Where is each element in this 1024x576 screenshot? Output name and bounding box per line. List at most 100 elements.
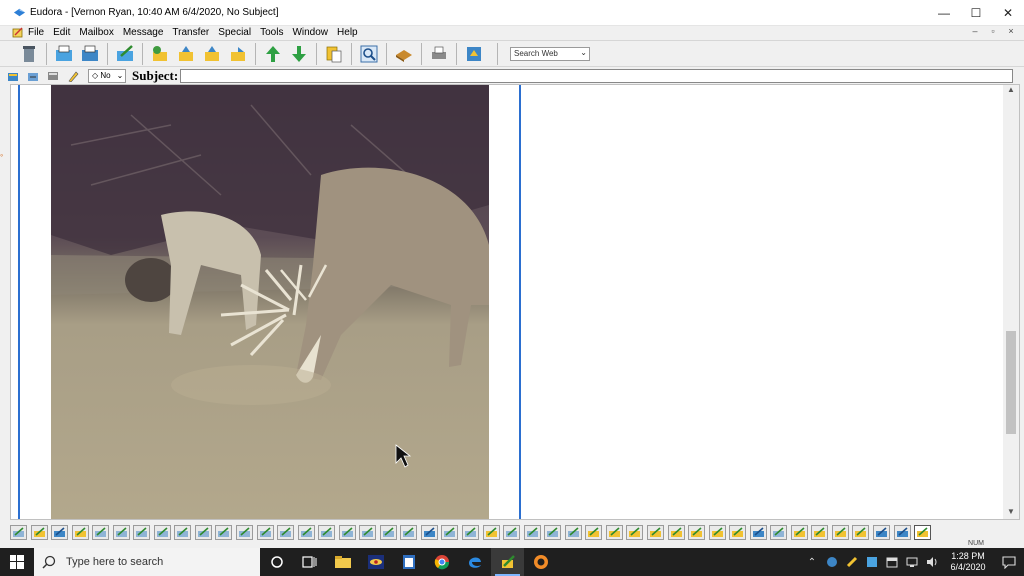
scroll-thumb[interactable]	[1006, 331, 1016, 434]
menu-transfer[interactable]: Transfer	[172, 27, 209, 38]
menu-tools[interactable]: Tools	[260, 27, 283, 38]
vpn-app-button[interactable]	[524, 548, 557, 576]
mdi-minimize-button[interactable]: –	[968, 26, 982, 36]
mailbox-tab-button[interactable]	[770, 524, 788, 540]
mailbox-tab-button[interactable]	[400, 524, 418, 540]
mailbox-tab-button[interactable]	[852, 524, 870, 540]
mailbox-tab-button[interactable]	[893, 524, 911, 540]
redirect-button[interactable]	[227, 43, 249, 65]
maximize-button[interactable]: ☐	[960, 0, 992, 26]
mailbox-tab-button[interactable]	[379, 524, 397, 540]
mailbox-tab-button[interactable]	[297, 524, 315, 540]
mailbox-tab-button[interactable]	[194, 524, 212, 540]
mailbox-tab-button[interactable]	[236, 524, 254, 540]
menu-special[interactable]: Special	[218, 27, 251, 38]
mdi-restore-button[interactable]: ▫	[986, 26, 1000, 36]
mailbox-tab-button[interactable]	[626, 524, 644, 540]
reply-all-button[interactable]	[175, 43, 197, 65]
previous-message-button[interactable]	[262, 43, 284, 65]
mailbox-tab-button[interactable]	[174, 524, 192, 540]
mailbox-tab-button[interactable]	[112, 524, 130, 540]
mailbox-tab-button[interactable]	[482, 524, 500, 540]
mailbox-tab-button[interactable]	[831, 524, 849, 540]
priority-dropdown[interactable]: ◇ No ⌄	[88, 68, 126, 83]
subject-input[interactable]	[180, 68, 1014, 83]
scroll-up-icon[interactable]: ▲	[1003, 85, 1019, 99]
pen-tray-icon[interactable]	[844, 554, 860, 570]
mailbox-tab-button[interactable]	[914, 524, 932, 540]
action-center-button[interactable]	[994, 548, 1024, 576]
document-menu-icon[interactable]	[12, 27, 24, 38]
menu-edit[interactable]: Edit	[53, 27, 70, 38]
find-button[interactable]	[358, 43, 380, 65]
file-explorer-button[interactable]	[326, 548, 359, 576]
mailbox-tab-button[interactable]	[133, 524, 151, 540]
mdi-close-button[interactable]: ×	[1004, 26, 1018, 36]
mailbox-tab-button[interactable]	[153, 524, 171, 540]
mailbox-tab-button[interactable]	[708, 524, 726, 540]
task-view-button[interactable]	[293, 548, 326, 576]
notepad-app-button[interactable]	[392, 548, 425, 576]
cloud-app-icon[interactable]	[824, 554, 840, 570]
taskbar-search-box[interactable]: Type here to search	[34, 548, 260, 576]
mailbox-tab-button[interactable]	[811, 524, 829, 540]
mailbox-tab-button[interactable]	[749, 524, 767, 540]
mailbox-tab-button[interactable]	[503, 524, 521, 540]
vertical-scrollbar[interactable]: ▲ ▼	[1003, 85, 1019, 519]
search-web-dropdown[interactable]: Search Web ⌄	[510, 46, 590, 61]
mailbox-tab-button[interactable]	[872, 524, 890, 540]
menu-window[interactable]: Window	[292, 27, 328, 38]
clock[interactable]: 1:28 PM 6/4/2020	[942, 551, 994, 573]
mailbox-tab-button[interactable]	[30, 524, 48, 540]
mailbox-tab-button[interactable]	[10, 524, 27, 540]
scroll-down-icon[interactable]: ▼	[1003, 507, 1019, 519]
mailbox-tab-button[interactable]	[605, 524, 623, 540]
mailbox-tab-button[interactable]	[256, 524, 274, 540]
minimize-button[interactable]: —	[928, 0, 960, 26]
mailbox-tab-button[interactable]	[215, 524, 233, 540]
mailbox-tab-button[interactable]	[688, 524, 706, 540]
address-book-button[interactable]	[393, 43, 415, 65]
stationery-button[interactable]	[26, 69, 40, 82]
menu-message[interactable]: Message	[123, 27, 164, 38]
start-button[interactable]	[0, 548, 34, 576]
mailbox-tab-button[interactable]	[523, 524, 541, 540]
next-message-button[interactable]	[288, 43, 310, 65]
reply-button[interactable]	[149, 43, 171, 65]
mailbox-tab-button[interactable]	[585, 524, 603, 540]
cortana-button[interactable]	[260, 548, 293, 576]
forward-button[interactable]	[201, 43, 223, 65]
mailbox-tab-button[interactable]	[729, 524, 747, 540]
eye-app-button[interactable]	[359, 548, 392, 576]
menu-file[interactable]: File	[28, 27, 44, 38]
help-button[interactable]	[463, 43, 485, 65]
mailbox-tab-button[interactable]	[51, 524, 69, 540]
edit-button[interactable]	[66, 69, 80, 82]
mailbox-tab-button[interactable]	[71, 524, 89, 540]
close-button[interactable]: ✕	[992, 0, 1024, 26]
signature-button[interactable]	[6, 69, 20, 82]
mailbox-tab-button[interactable]	[359, 524, 377, 540]
calendar-tray-icon[interactable]	[884, 554, 900, 570]
menu-help[interactable]: Help	[337, 27, 358, 38]
mailbox-tab-button[interactable]	[790, 524, 808, 540]
mailbox-tab-button[interactable]	[420, 524, 438, 540]
new-message-button[interactable]	[114, 43, 136, 65]
mailbox-tab-button[interactable]	[92, 524, 110, 540]
inbox-button[interactable]	[53, 43, 75, 65]
mailbox-tab-button[interactable]	[462, 524, 480, 540]
eudora-taskbar-button[interactable]	[491, 548, 524, 576]
mailbox-tab-button[interactable]	[544, 524, 562, 540]
mailbox-tab-button[interactable]	[318, 524, 336, 540]
outbox-button[interactable]	[79, 43, 101, 65]
mailbox-tab-button[interactable]	[338, 524, 356, 540]
mailbox-tab-button[interactable]	[564, 524, 582, 540]
blah-button[interactable]	[46, 69, 60, 82]
chrome-button[interactable]	[425, 548, 458, 576]
menu-mailbox[interactable]: Mailbox	[79, 27, 113, 38]
defender-tray-icon[interactable]	[864, 554, 880, 570]
mailbox-tab-button[interactable]	[646, 524, 664, 540]
volume-icon[interactable]	[924, 554, 940, 570]
deer-photo[interactable]	[51, 85, 489, 520]
attach-button[interactable]	[323, 43, 345, 65]
